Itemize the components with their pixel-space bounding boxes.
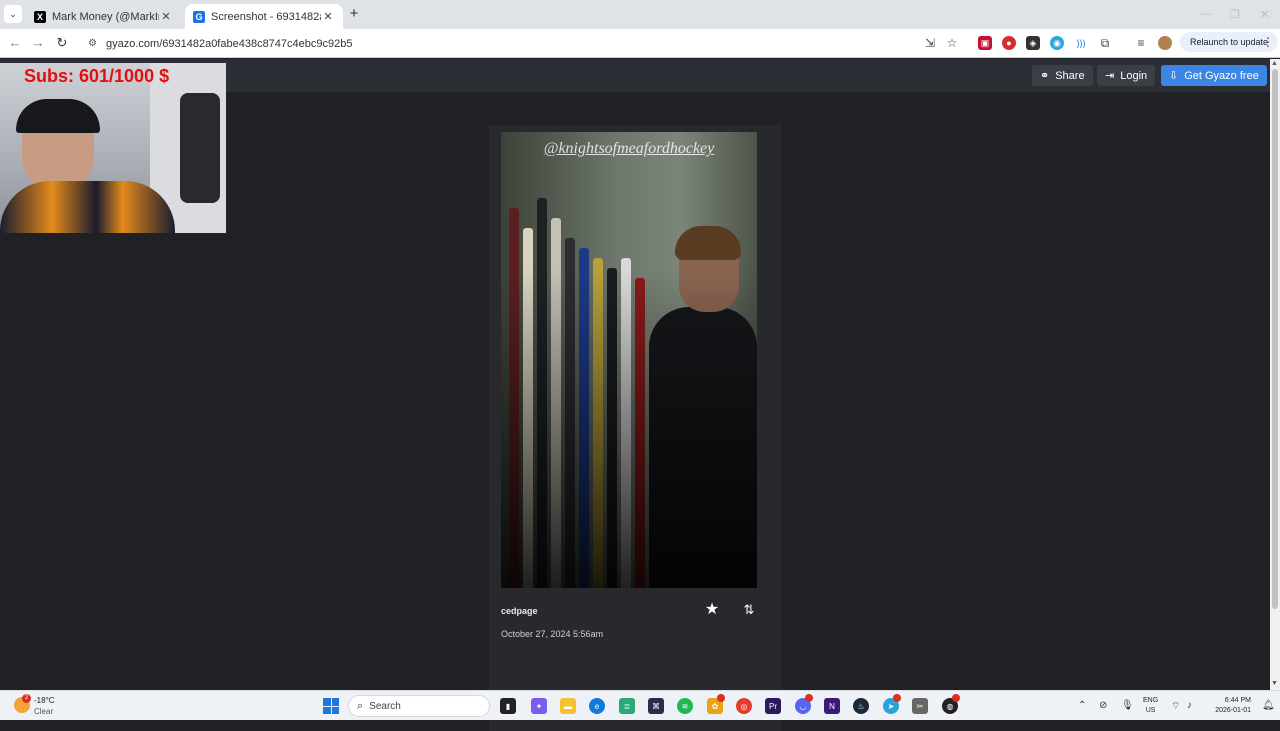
scrollbar-thumb[interactable] — [1272, 69, 1278, 609]
reload-icon[interactable]: ↻ — [54, 35, 70, 51]
chrome-icon[interactable]: ◎ — [736, 698, 752, 714]
copilot-icon[interactable]: ✦ — [531, 698, 547, 714]
bookmark-star-icon[interactable]: ☆ — [945, 36, 959, 50]
notification-badge — [717, 694, 725, 702]
edge-icon[interactable]: e — [589, 698, 605, 714]
owner-name[interactable]: cedpage — [501, 606, 538, 616]
chevron-up-icon[interactable]: ⌃ — [1078, 700, 1086, 711]
notepad-icon[interactable]: ≣ — [619, 698, 635, 714]
get-gyazo-label: Get Gyazo free — [1184, 69, 1259, 82]
taskbar-clock[interactable]: 6:44 PM 2026-01-01 — [1205, 696, 1251, 716]
tab-gyazo-screenshot[interactable]: G Screenshot - 6931482a0fabe43 ✕ — [185, 4, 343, 29]
scroll-down-icon[interactable]: ▼ — [1271, 680, 1278, 687]
terminal-icon[interactable]: ⌘ — [648, 698, 664, 714]
person-hair — [675, 226, 741, 260]
file-explorer-icon[interactable]: ▬ — [560, 698, 576, 714]
coat-shape — [180, 93, 220, 203]
extension-icon[interactable]: ▣ — [978, 36, 992, 50]
premiere-icon[interactable]: Pr — [765, 698, 781, 714]
close-icon[interactable]: ✕ — [321, 10, 335, 23]
nzxt-icon[interactable]: N — [824, 698, 840, 714]
minimize-icon[interactable]: — — [1200, 8, 1211, 20]
login-icon: ⇥ — [1105, 70, 1115, 82]
microphone-icon[interactable]: 🎙︎ — [1121, 700, 1134, 711]
image-card: @knightsofmeafordhockey cedpage October … — [489, 125, 782, 731]
streamer-cap — [16, 99, 100, 133]
image-watermark: @knightsofmeafordhockey — [543, 140, 715, 157]
install-app-icon[interactable]: ⇲ — [923, 36, 937, 50]
tab-strip: ⌄ X Mark Money (@MarkInCAD) / X ✕ G Scre… — [0, 0, 1280, 29]
taskbar: 2 -18°C Clear ⌕ Search ▮ ✦ ▬ e ≣ ⌘ ≋ ✿ ◎… — [0, 690, 1280, 720]
login-label: Login — [1120, 69, 1148, 82]
subs-goal-text: Subs: 601/1000 $ — [24, 66, 170, 86]
tab-title: Screenshot - 6931482a0fabe43 — [211, 10, 321, 23]
gyazo-icon: G — [193, 10, 205, 23]
share-label: Share — [1055, 69, 1085, 82]
share-button[interactable]: ⚭ Share — [1032, 65, 1093, 86]
region-code: US — [1145, 707, 1156, 714]
streamer-jersey — [0, 181, 175, 233]
weather-badge: 2 — [22, 694, 31, 703]
notification-badge — [952, 694, 960, 702]
get-gyazo-button[interactable]: ⇩ Get Gyazo free — [1161, 65, 1267, 86]
site-info-icon[interactable]: ⚙ — [88, 38, 104, 49]
navigation-bar: ← → ↻ ⚙ gyazo.com/6931482a0fabe438c8747c… — [0, 29, 1280, 58]
download-icon: ⇩ — [1169, 70, 1179, 82]
taskbar-search[interactable]: ⌕ Search — [348, 695, 490, 717]
window-close-icon[interactable]: ✕ — [1260, 8, 1269, 21]
notification-badge — [893, 694, 901, 702]
volume-icon[interactable]: ♪ — [1187, 700, 1192, 711]
forward-icon[interactable]: → — [30, 35, 46, 51]
spotify-icon[interactable]: ≋ — [677, 698, 693, 714]
profile-avatar[interactable] — [1158, 36, 1172, 50]
temperature[interactable]: -18°C — [34, 696, 55, 705]
star-icon[interactable]: ★ — [703, 601, 721, 619]
address-bar[interactable]: ⚙ gyazo.com/6931482a0fabe438c8747c4ebc9c… — [80, 32, 970, 55]
shadow-overlay — [501, 268, 757, 588]
url-text[interactable]: gyazo.com/6931482a0fabe438c8747c4ebc9c92… — [106, 38, 352, 50]
windows-start-icon[interactable] — [323, 698, 339, 714]
tab-search-chevron-icon[interactable]: ⌄ — [4, 5, 22, 23]
clock-time: 6:44 PM — [1224, 697, 1251, 704]
menu-kebab-icon[interactable]: ⋮ — [1262, 35, 1274, 49]
capture-date: October 27, 2024 5:56am — [501, 629, 604, 639]
close-icon[interactable]: ✕ — [159, 10, 173, 23]
weather-condition[interactable]: Clear — [34, 707, 53, 716]
task-view-icon[interactable]: ▮ — [500, 698, 516, 714]
notification-badge — [805, 694, 813, 702]
extension-icon[interactable]: ◈ — [1026, 36, 1040, 50]
extension-icon[interactable]: ))) — [1074, 36, 1088, 50]
swap-arrows-icon[interactable]: ⇅ — [740, 601, 758, 619]
steam-icon[interactable]: ♨ — [853, 698, 869, 714]
reading-list-icon[interactable]: ≡ — [1134, 36, 1148, 50]
new-tab-icon[interactable]: + — [346, 6, 362, 22]
snipping-tool-icon[interactable]: ✂ — [912, 698, 928, 714]
extension-icon[interactable]: ● — [1002, 36, 1016, 50]
wifi-icon[interactable]: ⌔ — [1171, 700, 1180, 713]
screenshot-image[interactable]: @knightsofmeafordhockey — [501, 132, 757, 588]
search-icon: ⌕ — [357, 699, 364, 712]
back-icon[interactable]: ← — [7, 35, 23, 51]
share-icon: ⚭ — [1040, 70, 1050, 82]
scroll-up-icon[interactable]: ▲ — [1271, 60, 1278, 67]
extension-icon[interactable]: ◉ — [1050, 36, 1064, 50]
login-button[interactable]: ⇥ Login — [1097, 65, 1156, 86]
maximize-icon[interactable]: ❐ — [1230, 8, 1240, 21]
search-label: Search — [369, 700, 401, 712]
network-off-icon[interactable]: ⊘ — [1099, 700, 1107, 711]
page-scrollbar[interactable]: ▲ ▼ — [1270, 59, 1280, 690]
language-indicator[interactable]: ENG US — [1143, 696, 1158, 716]
extensions-puzzle-icon[interactable]: ⧉ — [1098, 36, 1112, 50]
tab-title: Mark Money (@MarkInCAD) / X — [52, 10, 159, 23]
webcam-overlay: Subs: 601/1000 $ — [0, 63, 226, 233]
clock-date: 2026-01-01 — [1215, 707, 1251, 714]
tab-x-profile[interactable]: X Mark Money (@MarkInCAD) / X ✕ — [26, 4, 181, 29]
notifications-bell-icon[interactable]: 🔔︎ — [1262, 700, 1275, 711]
language-code: ENG — [1143, 697, 1159, 704]
x-icon: X — [34, 10, 46, 23]
